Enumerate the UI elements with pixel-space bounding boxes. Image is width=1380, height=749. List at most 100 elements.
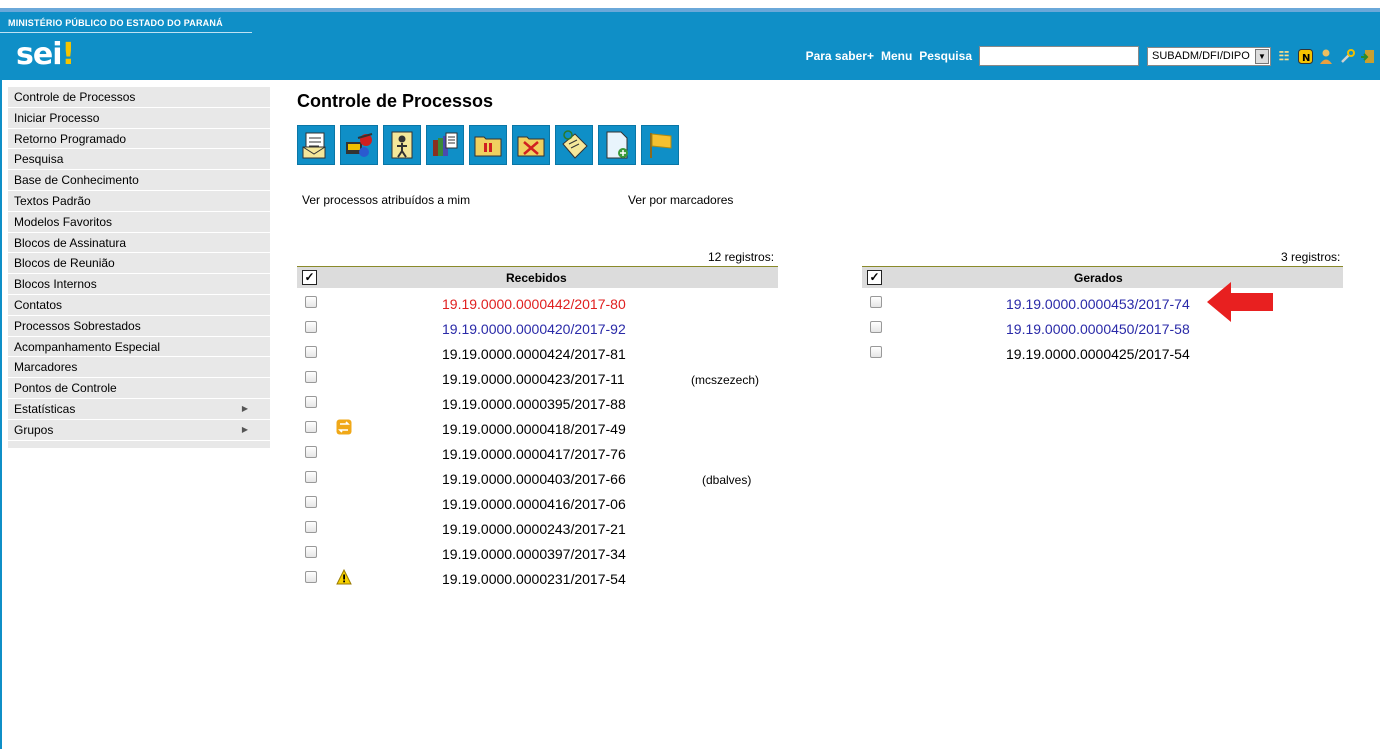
assignee-label[interactable]: (mcszezech) (691, 373, 759, 387)
sidebar-item-label: Estatísticas (14, 401, 76, 416)
sidebar-item-base-de-conhecimento[interactable]: Base de Conhecimento (8, 170, 270, 191)
process-link[interactable]: 19.19.0000.0000442/2017-80 (442, 296, 626, 312)
process-link[interactable]: 19.19.0000.0000243/2017-21 (442, 521, 626, 537)
row-checkbox[interactable] (305, 346, 317, 358)
conclude-process-button[interactable] (512, 125, 550, 165)
para-saber-link[interactable]: Para saber+ (806, 49, 874, 63)
row-checkbox[interactable] (305, 371, 317, 383)
list-icon[interactable]: ☷ (1276, 48, 1292, 64)
menu-link[interactable]: Menu (881, 49, 912, 63)
sidebar-item-blocos-de-reuniao[interactable]: Blocos de Reunião (8, 253, 270, 275)
row-checkbox[interactable] (305, 421, 317, 433)
process-link[interactable]: 19.19.0000.0000453/2017-74 (1006, 296, 1190, 312)
user-icon[interactable] (1318, 48, 1334, 64)
assignee-label[interactable]: (dbalves) (702, 473, 751, 487)
process-link[interactable]: 19.19.0000.0000420/2017-92 (442, 321, 626, 337)
sidebar-item-modelos-favoritos[interactable]: Modelos Favoritos (8, 212, 270, 233)
sidebar-item-retorno-programado[interactable]: Retorno Programado (8, 129, 270, 150)
marker-button[interactable] (641, 125, 679, 165)
sidebar-item-textos-padrao[interactable]: Textos Padrão (8, 191, 270, 212)
row-checkbox[interactable] (870, 321, 882, 333)
process-link[interactable]: 19.19.0000.0000424/2017-81 (442, 346, 626, 362)
sidebar-item-processos-sobrestados[interactable]: Processos Sobrestados (8, 316, 270, 337)
unit-select-value: SUBADM/DFI/DIPO (1152, 50, 1250, 62)
assign-process-button[interactable] (383, 125, 421, 165)
settings-icon[interactable] (1339, 48, 1355, 64)
row-checkbox[interactable] (305, 571, 317, 583)
process-link[interactable]: 19.19.0000.0000423/2017-11 (442, 371, 625, 387)
annotation-button[interactable] (555, 125, 593, 165)
sidebar-item-iniciar-processo[interactable]: Iniciar Processo (8, 108, 270, 129)
send-process-icon (302, 132, 326, 159)
process-link[interactable]: 19.19.0000.0000397/2017-34 (442, 546, 626, 562)
sidebar-item-blocos-internos[interactable]: Blocos Internos (8, 274, 270, 295)
table-row: 19.19.0000.0000397/2017-34 (297, 544, 778, 569)
exit-icon[interactable] (1360, 48, 1376, 64)
row-checkbox[interactable] (305, 296, 317, 308)
process-link[interactable]: 19.19.0000.0000425/2017-54 (1006, 346, 1190, 362)
pesquisa-link[interactable]: Pesquisa (919, 49, 972, 63)
red-arrow-annotation (1207, 282, 1273, 322)
select-all-received-checkbox[interactable]: ✓ (302, 270, 317, 285)
row-checkbox[interactable] (305, 396, 317, 408)
sei-logo[interactable]: sei! (16, 37, 76, 72)
sidebar-item-controle-de-processos[interactable]: Controle de Processos (8, 87, 270, 108)
sidebar-item-label: Retorno Programado (14, 131, 127, 146)
submenu-arrow-icon: ▶ (241, 424, 248, 434)
row-checkbox[interactable] (305, 496, 317, 508)
sidebar-item-blocos-de-assinatura[interactable]: Blocos de Assinatura (8, 233, 270, 254)
notes-icon[interactable]: N (1297, 48, 1313, 64)
view-assigned-link[interactable]: Ver processos atribuídos a mim (302, 193, 470, 207)
transfer-icon[interactable] (336, 419, 352, 435)
logo-mark: ! (61, 37, 76, 72)
process-link[interactable]: 19.19.0000.0000416/2017-06 (442, 496, 626, 512)
sidebar-item-estatisticas[interactable]: Estatísticas ▶ (8, 399, 270, 420)
warning-icon[interactable] (336, 568, 352, 585)
received-table-header: ✓ Recebidos (297, 266, 778, 288)
process-link[interactable]: 19.19.0000.0000403/2017-66 (442, 471, 626, 487)
process-link[interactable]: 19.19.0000.0000418/2017-49 (442, 421, 626, 437)
table-row: 19.19.0000.0000425/2017-54 (862, 344, 1343, 369)
row-checkbox[interactable] (305, 546, 317, 558)
table-row: 19.19.0000.0000442/2017-80 (297, 294, 778, 319)
process-link[interactable]: 19.19.0000.0000231/2017-54 (442, 571, 626, 587)
unit-select[interactable]: SUBADM/DFI/DIPO ▼ (1147, 46, 1271, 66)
process-link[interactable]: 19.19.0000.0000395/2017-88 (442, 396, 626, 412)
table-row: 19.19.0000.0000417/2017-76 (297, 444, 778, 469)
row-checkbox[interactable] (305, 446, 317, 458)
header-actions: Para saber+ Menu Pesquisa SUBADM/DFI/DIP… (806, 45, 1380, 67)
row-checkbox[interactable] (305, 471, 317, 483)
process-link[interactable]: 19.19.0000.0000450/2017-58 (1006, 321, 1190, 337)
table-row: 19.19.0000.0000231/2017-54 (297, 568, 778, 594)
row-checkbox[interactable] (305, 521, 317, 533)
sidebar-item-label: Processos Sobrestados (14, 318, 141, 333)
select-all-generated-checkbox[interactable]: ✓ (867, 270, 882, 285)
sidebar-item-pontos-de-controle[interactable]: Pontos de Controle (8, 378, 270, 399)
sidebar-item-label: Pesquisa (14, 152, 64, 167)
header-stripe (0, 8, 1380, 12)
row-checkbox[interactable] (870, 346, 882, 358)
sidebar-item-label: Grupos (14, 422, 54, 437)
process-link[interactable]: 19.19.0000.0000417/2017-76 (442, 446, 626, 462)
send-process-button[interactable] (297, 125, 335, 165)
sidebar-item-label: Acompanhamento Especial (14, 339, 161, 354)
svg-text:N: N (1302, 53, 1310, 64)
row-checkbox[interactable] (870, 296, 882, 308)
sidebar-item-pesquisa[interactable]: Pesquisa (8, 149, 270, 171)
sidebar-item-marcadores[interactable]: Marcadores (8, 357, 270, 379)
new-document-button[interactable] (598, 125, 636, 165)
update-progress-button[interactable] (340, 125, 378, 165)
view-by-markers-link[interactable]: Ver por marcadores (628, 193, 733, 207)
sidebar-item-label: Marcadores (14, 360, 78, 375)
assign-process-icon (391, 131, 413, 159)
row-checkbox[interactable] (305, 321, 317, 333)
table-row: 19.19.0000.0000403/2017-66 (dbalves) (297, 469, 778, 494)
sidebar-item-grupos[interactable]: Grupos ▶ (8, 420, 270, 441)
include-block-button[interactable] (426, 125, 464, 165)
table-row: 19.19.0000.0000243/2017-21 (297, 519, 778, 544)
annotation-icon (562, 130, 588, 159)
sidebar-item-acompanhamento-especial[interactable]: Acompanhamento Especial (8, 337, 270, 358)
sobrestar-button[interactable] (469, 125, 507, 165)
sidebar-item-contatos[interactable]: Contatos (8, 295, 270, 316)
search-input[interactable] (979, 46, 1139, 66)
